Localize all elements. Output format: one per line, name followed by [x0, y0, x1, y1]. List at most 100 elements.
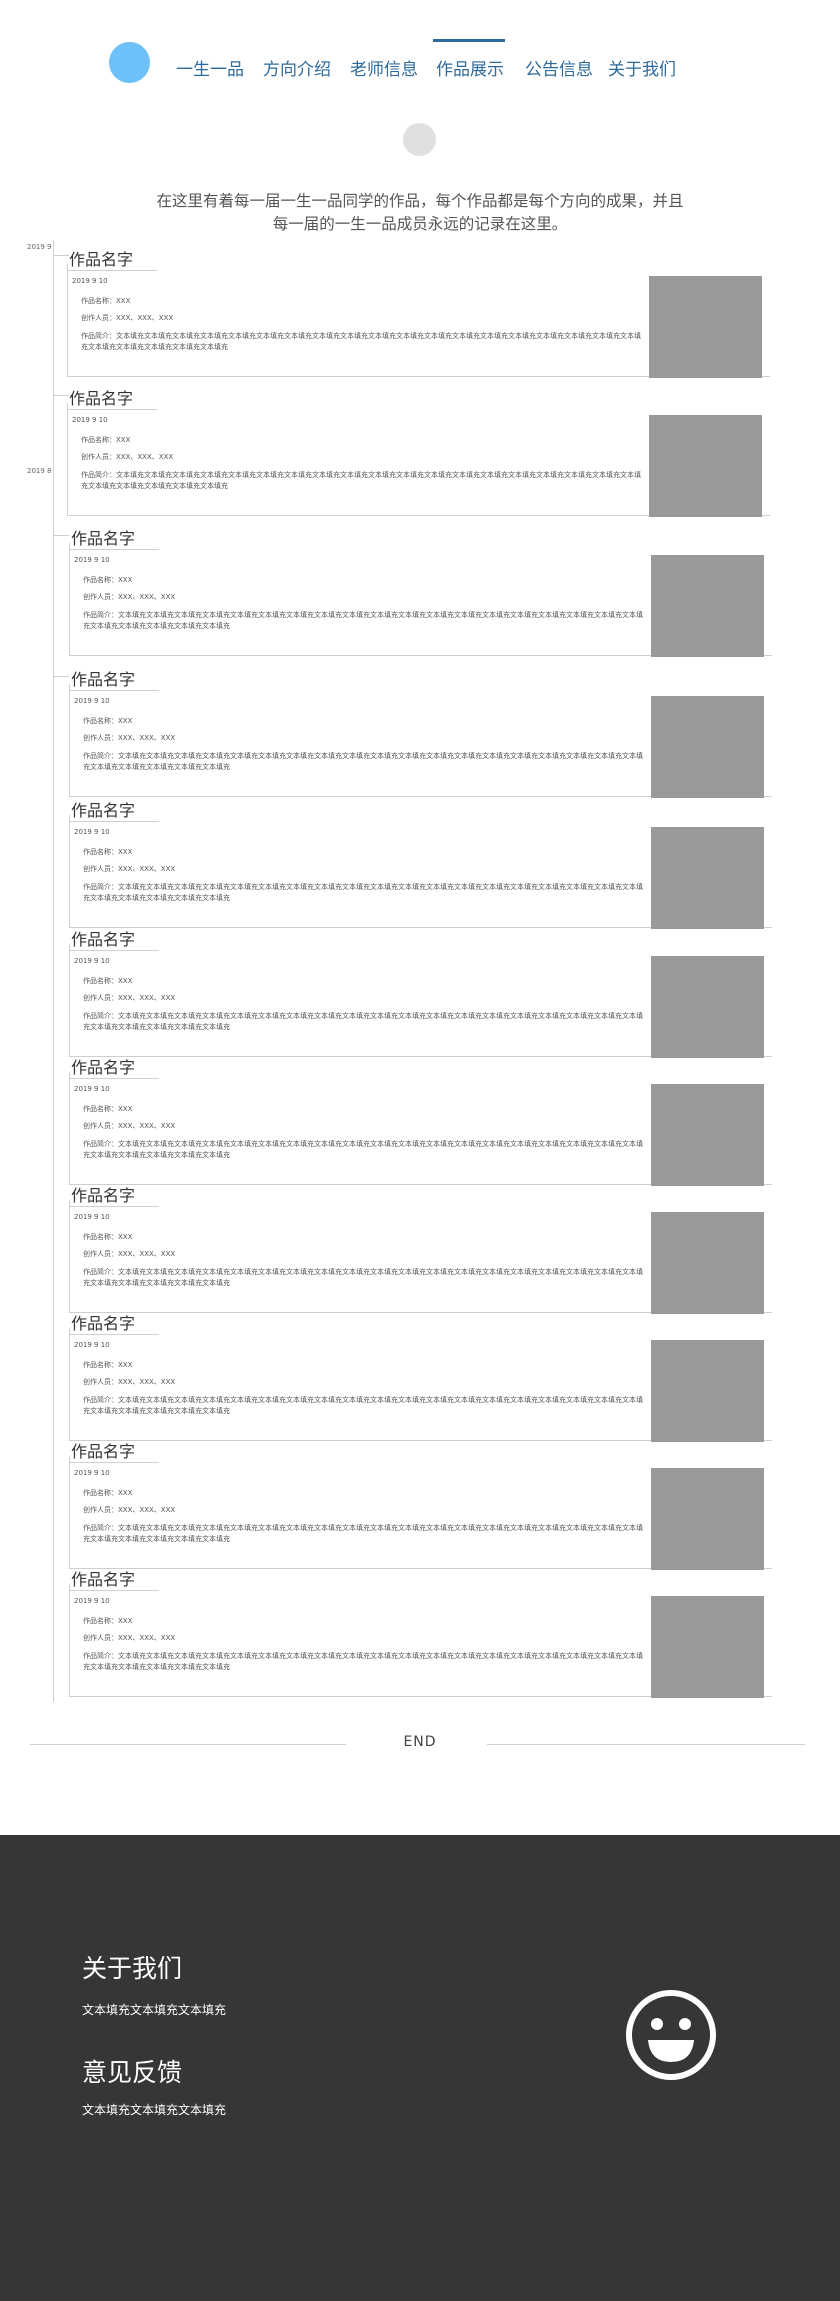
work-card[interactable]: 作品名字 2019 9 10 作品名称：XXX 创作人员：XXX、XXX、XXX 作品简… — [69, 1059, 772, 1186]
work-date: 2019 9 10 — [74, 1085, 110, 1093]
nav-active-indicator — [433, 39, 505, 42]
work-thumbnail[interactable] — [651, 1340, 764, 1442]
work-title[interactable]: 作品名字 — [71, 671, 135, 689]
work-name: 作品名称：XXX — [83, 977, 133, 985]
timeline-date: 2019 8 — [27, 467, 52, 475]
work-title[interactable]: 作品名字 — [69, 390, 133, 408]
title-underline — [69, 950, 159, 951]
work-thumbnail[interactable] — [651, 1212, 764, 1314]
smiley-icon — [626, 1990, 716, 2080]
work-title[interactable]: 作品名字 — [71, 530, 135, 548]
work-card[interactable]: 作品名字 2019 9 10 作品名称：XXX 创作人员：XXX、XXX、XXX 作品简… — [69, 671, 772, 798]
work-description: 作品简介：文本填充文本填充文本填充文本填充文本填充文本填充文本填充文本填充文本填… — [83, 883, 643, 902]
footer-feedback-title[interactable]: 意见反馈 — [82, 2053, 182, 2089]
end-label: END — [403, 1734, 437, 1750]
title-underline — [69, 821, 159, 822]
work-date: 2019 9 10 — [74, 828, 110, 836]
work-card[interactable]: 作品名字 2019 9 10 作品名称：XXX 创作人员：XXX、XXX、XXX 作品简… — [69, 1571, 772, 1698]
timeline-line — [53, 240, 54, 1702]
work-name: 作品名称：XXX — [83, 576, 133, 584]
work-date: 2019 9 10 — [74, 697, 110, 705]
logo[interactable] — [109, 42, 150, 83]
work-thumbnail[interactable] — [651, 1468, 764, 1570]
work-authors: 创作人员：XXX、XXX、XXX — [83, 1634, 176, 1642]
work-thumbnail[interactable] — [651, 1596, 764, 1698]
nav-item-about[interactable]: 关于我们 — [608, 55, 676, 80]
work-date: 2019 9 10 — [72, 277, 108, 285]
work-title[interactable]: 作品名字 — [71, 931, 135, 949]
work-title[interactable]: 作品名字 — [71, 1059, 135, 1077]
footer-about-title[interactable]: 关于我们 — [82, 1949, 182, 1985]
work-description: 作品简介：文本填充文本填充文本填充文本填充文本填充文本填充文本填充文本填充文本填… — [83, 1524, 643, 1543]
work-name: 作品名称：XXX — [83, 1105, 133, 1113]
nav-item-announcements[interactable]: 公告信息 — [525, 55, 593, 80]
title-underline — [69, 1462, 159, 1463]
work-authors: 创作人员：XXX、XXX、XXX — [81, 314, 174, 322]
work-name: 作品名称：XXX — [83, 848, 133, 856]
footer-about-text: 文本填充文本填充文本填充 — [82, 2003, 227, 2017]
end-divider-left — [30, 1744, 346, 1745]
work-thumbnail[interactable] — [651, 827, 764, 929]
work-title[interactable]: 作品名字 — [71, 1571, 135, 1589]
work-title[interactable]: 作品名字 — [71, 1315, 135, 1333]
work-title[interactable]: 作品名字 — [71, 802, 135, 820]
work-authors: 创作人员：XXX、XXX、XXX — [81, 453, 174, 461]
nav-item-home[interactable]: 一生一品 — [176, 55, 244, 80]
timeline-tick — [53, 676, 69, 677]
title-underline — [69, 549, 159, 550]
work-card[interactable]: 作品名字 2019 9 10 作品名称：XXX 创作人员：XXX、XXX、XXX 作品简… — [69, 1443, 772, 1570]
work-date: 2019 9 10 — [72, 416, 108, 424]
work-card[interactable]: 作品名字 2019 9 10 作品名称：XXX 创作人员：XXX、XXX、XXX 作品简… — [69, 802, 772, 929]
end-divider-right — [487, 1744, 805, 1745]
work-date: 2019 9 10 — [74, 1213, 110, 1221]
work-description: 作品简介：文本填充文本填充文本填充文本填充文本填充文本填充文本填充文本填充文本填… — [81, 471, 641, 490]
intro-text: 在这里有着每一届一生一品同学的作品，每个作品都是每个方向的成果，并且每一届的一生… — [156, 192, 684, 233]
work-name: 作品名称：XXX — [83, 717, 133, 725]
work-thumbnail[interactable] — [651, 696, 764, 798]
title-underline — [69, 1334, 159, 1335]
section-dot — [403, 123, 436, 156]
title-underline — [67, 409, 157, 410]
work-description: 作品简介：文本填充文本填充文本填充文本填充文本填充文本填充文本填充文本填充文本填… — [83, 1652, 643, 1671]
work-thumbnail[interactable] — [651, 956, 764, 1058]
top-nav: 一生一品 方向介绍 老师信息 作品展示 公告信息 关于我们 — [0, 0, 840, 90]
title-underline — [67, 270, 157, 271]
work-description: 作品简介：文本填充文本填充文本填充文本填充文本填充文本填充文本填充文本填充文本填… — [83, 1396, 643, 1415]
work-name: 作品名称：XXX — [81, 436, 131, 444]
work-description: 作品简介：文本填充文本填充文本填充文本填充文本填充文本填充文本填充文本填充文本填… — [83, 1140, 643, 1159]
work-name: 作品名称：XXX — [81, 297, 131, 305]
work-date: 2019 9 10 — [74, 1597, 110, 1605]
work-title[interactable]: 作品名字 — [69, 251, 133, 269]
work-description: 作品简介：文本填充文本填充文本填充文本填充文本填充文本填充文本填充文本填充文本填… — [83, 611, 643, 630]
work-thumbnail[interactable] — [651, 555, 764, 657]
work-authors: 创作人员：XXX、XXX、XXX — [83, 1122, 176, 1130]
nav-item-works[interactable]: 作品展示 — [436, 55, 504, 80]
work-card[interactable]: 作品名字 2019 9 10 作品名称：XXX 创作人员：XXX、XXX、XXX 作品简… — [67, 390, 770, 517]
footer-feedback-text: 文本填充文本填充文本填充 — [82, 2103, 227, 2117]
work-description: 作品简介：文本填充文本填充文本填充文本填充文本填充文本填充文本填充文本填充文本填… — [83, 1268, 643, 1287]
work-name: 作品名称：XXX — [83, 1233, 133, 1241]
work-thumbnail[interactable] — [651, 1084, 764, 1186]
work-authors: 创作人员：XXX、XXX、XXX — [83, 994, 176, 1002]
work-card[interactable]: 作品名字 2019 9 10 作品名称：XXX 创作人员：XXX、XXX、XXX 作品简… — [69, 530, 772, 657]
work-card[interactable]: 作品名字 2019 9 10 作品名称：XXX 创作人员：XXX、XXX、XXX 作品简… — [69, 1315, 772, 1442]
nav-item-directions[interactable]: 方向介绍 — [263, 55, 331, 80]
work-title[interactable]: 作品名字 — [71, 1187, 135, 1205]
work-date: 2019 9 10 — [74, 957, 110, 965]
work-card[interactable]: 作品名字 2019 9 10 作品名称：XXX 创作人员：XXX、XXX、XXX 作品简… — [67, 251, 770, 378]
work-description: 作品简介：文本填充文本填充文本填充文本填充文本填充文本填充文本填充文本填充文本填… — [81, 332, 641, 351]
work-authors: 创作人员：XXX、XXX、XXX — [83, 734, 176, 742]
work-thumbnail[interactable] — [649, 415, 762, 517]
work-card[interactable]: 作品名字 2019 9 10 作品名称：XXX 创作人员：XXX、XXX、XXX 作品简… — [69, 1187, 772, 1314]
work-date: 2019 9 10 — [74, 556, 110, 564]
work-name: 作品名称：XXX — [83, 1489, 133, 1497]
work-authors: 创作人员：XXX、XXX、XXX — [83, 1506, 176, 1514]
work-card[interactable]: 作品名字 2019 9 10 作品名称：XXX 创作人员：XXX、XXX、XXX 作品简… — [69, 931, 772, 1058]
title-underline — [69, 1078, 159, 1079]
nav-item-teachers[interactable]: 老师信息 — [350, 55, 418, 80]
footer: 关于我们 文本填充文本填充文本填充 意见反馈 文本填充文本填充文本填充 — [0, 1835, 840, 2301]
work-title[interactable]: 作品名字 — [71, 1443, 135, 1461]
title-underline — [69, 1590, 159, 1591]
work-thumbnail[interactable] — [649, 276, 762, 378]
work-date: 2019 9 10 — [74, 1469, 110, 1477]
